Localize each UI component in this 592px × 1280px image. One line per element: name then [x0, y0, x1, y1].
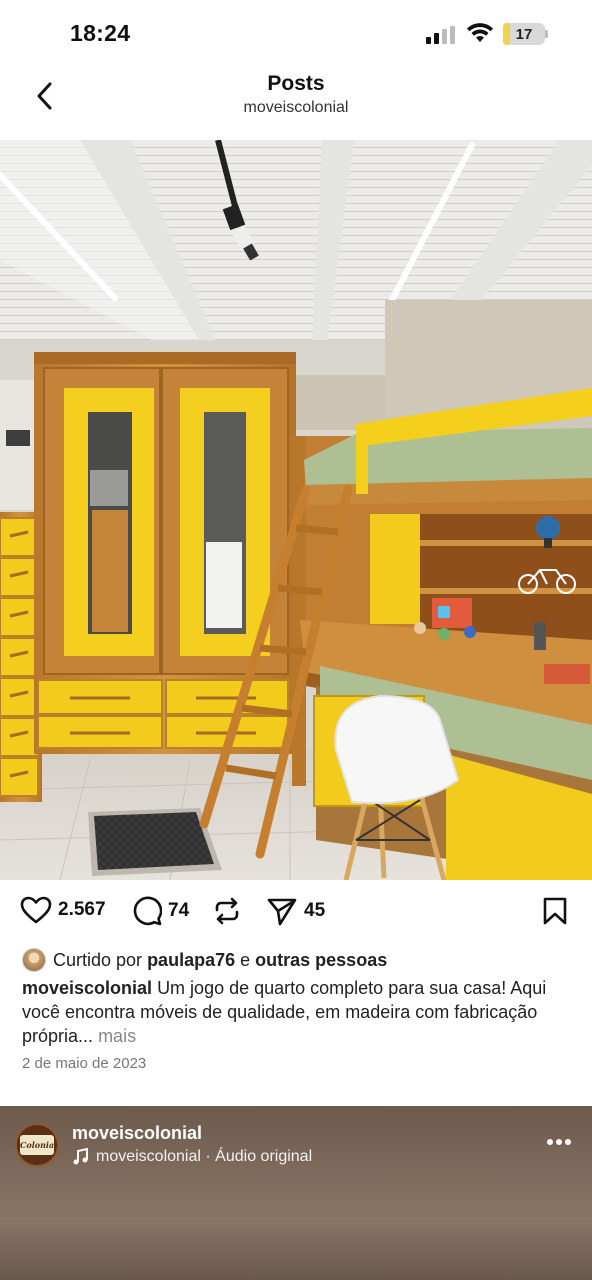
page-title: Posts	[267, 72, 325, 95]
caption-username[interactable]: moveiscolonial	[22, 978, 152, 998]
battery-nub	[545, 30, 548, 38]
audio-separator: ·	[205, 1148, 211, 1165]
post-image[interactable]	[0, 140, 592, 880]
account-username[interactable]: moveiscolonial	[0, 99, 592, 117]
like-button[interactable]: 2.567	[20, 896, 106, 924]
status-time: 18:24	[70, 20, 131, 46]
music-note-icon	[73, 1148, 88, 1165]
liked-by-row[interactable]: Curtido por paulapa76 e outras pessoas	[22, 946, 387, 974]
share-button[interactable]: 45	[266, 896, 325, 926]
save-button[interactable]	[542, 896, 568, 926]
brand-logo: Colonial	[20, 1135, 57, 1155]
battery-level-fill	[503, 23, 511, 45]
battery-indicator: 17	[503, 23, 545, 45]
post-caption: moveiscolonial Um jogo de quarto complet…	[22, 976, 572, 1048]
liked-by-others[interactable]: outras pessoas	[255, 950, 387, 971]
audio-label: Áudio original	[215, 1148, 313, 1165]
next-post-username[interactable]: moveiscolonial	[72, 1123, 202, 1144]
battery-percent: 17	[515, 25, 533, 43]
likes-count: 2.567	[58, 899, 106, 920]
liked-by-prefix: Curtido por	[53, 949, 143, 970]
bedroom-photo	[0, 140, 592, 880]
more-link[interactable]: mais	[98, 1026, 136, 1046]
audio-attribution[interactable]: moveiscolonial · Áudio original	[72, 1148, 312, 1166]
shares-count: 45	[304, 900, 326, 921]
status-bar: 18:24 17	[0, 0, 592, 64]
liked-by-connector: e	[240, 949, 251, 970]
audio-user: moveiscolonial	[96, 1148, 201, 1165]
heart-icon	[20, 896, 52, 924]
wifi-icon	[467, 23, 493, 42]
bookmark-icon	[543, 897, 567, 925]
profile-avatar[interactable]: Colonial	[15, 1123, 59, 1167]
liker-avatar	[22, 948, 46, 972]
liked-by-user[interactable]: paulapa76	[147, 950, 235, 971]
comments-count: 74	[168, 900, 190, 921]
post-date: 2 de maio de 2023	[22, 1055, 147, 1072]
next-post[interactable]: Colonial moveiscolonial moveiscolonial ·…	[0, 1106, 592, 1280]
repost-button[interactable]	[212, 896, 242, 926]
repost-icon	[215, 897, 239, 925]
more-options-icon[interactable]	[546, 1138, 572, 1146]
comment-button[interactable]: 74	[132, 896, 189, 926]
comment-bubble-icon	[133, 896, 162, 926]
post-actions: 2.567 74 45	[0, 888, 592, 938]
header: Posts moveiscolonial	[0, 64, 592, 140]
cellular-signal-icon	[426, 26, 455, 44]
send-icon	[267, 898, 297, 926]
